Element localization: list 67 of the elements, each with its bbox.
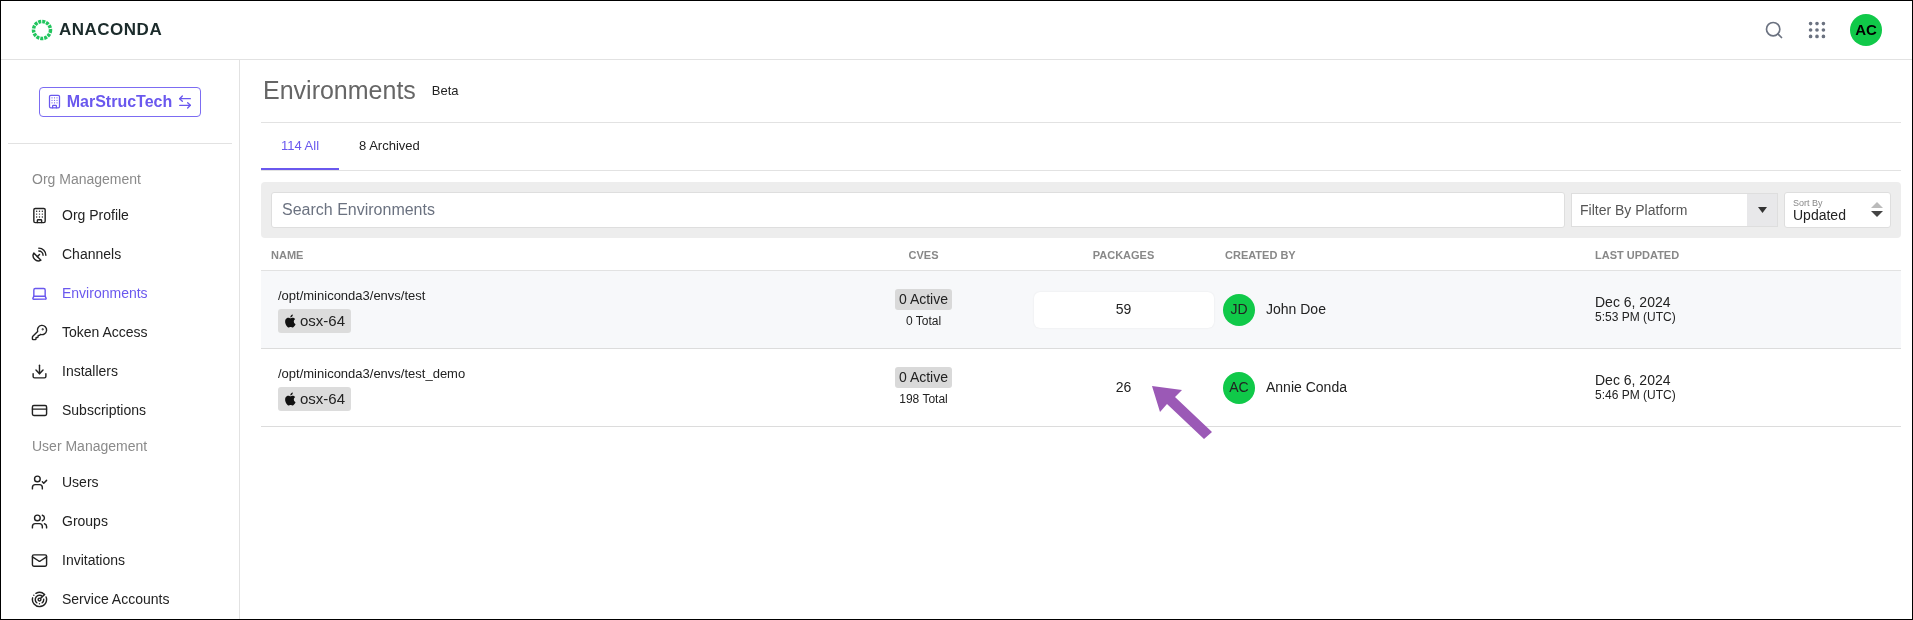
nav-icon [31, 552, 48, 569]
updated-time: 5:53 PM (UTC) [1595, 310, 1677, 324]
org-switcher-button[interactable]: MarStrucTech [38, 86, 202, 117]
tab[interactable]: 114 All [261, 124, 340, 170]
table-row[interactable]: /opt/miniconda3/envs/test osx-64 0 Active 0 Total 59 JD John Doe Dec 6, 2024 5:53 PM (UTC) [261, 271, 1901, 349]
nav-icon [31, 363, 48, 380]
sidebar-item[interactable]: Channels [1, 235, 239, 274]
environment-path[interactable]: /opt/miniconda3/envs/test [278, 286, 426, 306]
platform-filter-dropdown[interactable]: Filter By Platform [1571, 193, 1778, 227]
column-header: LAST UPDATED [1594, 247, 1681, 263]
active-cves-tag: 0 Active [895, 367, 952, 388]
nav-icon [31, 246, 48, 263]
swap-icon [177, 93, 194, 110]
sort-arrows-icon [1870, 201, 1884, 219]
column-header: NAME [270, 247, 305, 263]
sort-value: Updated [1793, 207, 1847, 222]
nav-icon [31, 474, 48, 491]
section-heading: User Management [31, 437, 149, 456]
updated-time: 5:46 PM (UTC) [1595, 388, 1677, 402]
search-icon[interactable] [1764, 20, 1784, 40]
nav-icon [31, 285, 48, 302]
creator-name: John Doe [1266, 300, 1326, 319]
user-avatar: JD [1223, 293, 1255, 326]
sidebar-item[interactable]: Service Accounts [1, 580, 239, 619]
total-cves: 198 Total [899, 391, 948, 408]
user-avatar[interactable]: AC [1850, 14, 1882, 46]
platform-tag: osx-64 [278, 386, 352, 411]
ring-logo-icon [31, 19, 53, 41]
sort-label: Sort By [1793, 198, 1824, 208]
apple-icon [284, 313, 296, 328]
sidebar-item[interactable]: Installers [1, 352, 239, 391]
section-heading: Org Management [31, 170, 142, 189]
sidebar-item[interactable]: Subscriptions [1, 391, 239, 430]
platform-tag: osx-64 [278, 308, 352, 333]
sidebar-item[interactable]: Users [1, 463, 239, 502]
search-field[interactable]: Search Environments [271, 192, 1565, 228]
package-count: 26 [1114, 378, 1133, 397]
sidebar-item[interactable]: Token Access [1, 313, 239, 352]
updated-date: Dec 6, 2024 [1595, 373, 1672, 389]
column-header: CREATED BY [1224, 247, 1297, 263]
logo-text: ANACONDA [59, 19, 163, 42]
column-header: PACKAGES [1092, 247, 1155, 263]
dropdown-caret-icon [1757, 207, 1767, 213]
sidebar-item[interactable]: Invitations [1, 541, 239, 580]
nav-icon [31, 402, 48, 419]
active-cves-tag: 0 Active [895, 289, 952, 310]
nav-icon [31, 207, 48, 224]
beta-label: Beta [431, 82, 459, 101]
nav-icon [31, 513, 48, 530]
updated-date: Dec 6, 2024 [1595, 295, 1672, 311]
user-avatar: AC [1223, 371, 1255, 404]
tab[interactable]: 8 Archived [339, 124, 440, 170]
sidebar-item[interactable]: Environments [1, 274, 239, 313]
nav-icon [31, 591, 48, 608]
page-title: Environments [263, 75, 416, 107]
apps-grid-icon[interactable] [1806, 19, 1828, 41]
nav-icon [31, 324, 48, 341]
sort-dropdown[interactable]: Sort By Updated [1784, 192, 1891, 228]
sidebar-item[interactable]: Groups [1, 502, 239, 541]
sidebar-item[interactable]: Org Profile [1, 196, 239, 235]
column-header: CVES [908, 247, 939, 263]
apple-icon [284, 391, 296, 406]
environment-path[interactable]: /opt/miniconda3/envs/test_demo [278, 364, 466, 384]
creator-name: Annie Conda [1266, 378, 1347, 397]
building-icon [46, 94, 62, 109]
total-cves: 0 Total [905, 313, 942, 330]
package-count: 59 [1033, 291, 1214, 328]
